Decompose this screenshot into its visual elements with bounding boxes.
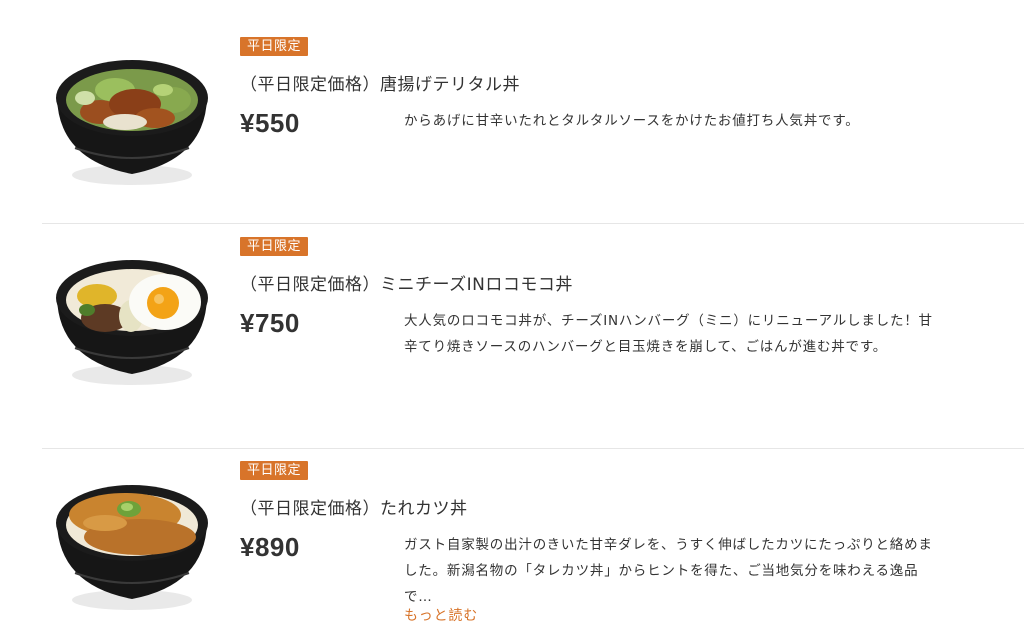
item-title[interactable]: （平日限定価格）唐揚げテリタル丼: [240, 70, 520, 95]
item-title[interactable]: （平日限定価格）たれカツ丼: [240, 494, 468, 519]
menu-item-karaage-tartar[interactable]: 平日限定 （平日限定価格）唐揚げテリタル丼 ¥550 からあげに甘辛いたれとタル…: [0, 0, 1024, 224]
menu-item-loco-moco[interactable]: 平日限定 （平日限定価格）ミニチーズINロコモコ丼 ¥750 大人気のロコモコ丼…: [0, 224, 1024, 449]
karaage-tartar-donburi-photo[interactable]: [45, 40, 220, 190]
item-description: 大人気のロコモコ丼が、チーズINハンバーグ（ミニ）にリニューアルしました！甘辛て…: [404, 313, 933, 355]
loco-moco-donburi-photo[interactable]: [45, 240, 220, 390]
menu-item-tare-katsu[interactable]: 平日限定 （平日限定価格）たれカツ丼 ¥890 ガスト自家製の出汁のきいた甘辛ダ…: [0, 449, 1024, 644]
weekday-limited-badge: 平日限定: [240, 461, 309, 480]
tare-katsu-donburi-photo[interactable]: [45, 465, 220, 615]
item-price: ¥890: [240, 532, 300, 562]
item-description: からあげに甘辛いたれとタルタルソースをかけたお値打ち人気丼です。: [404, 113, 860, 129]
weekday-limited-badge: 平日限定: [240, 37, 309, 56]
item-price: ¥550: [240, 108, 300, 138]
item-title[interactable]: （平日限定価格）ミニチーズINロコモコ丼: [240, 270, 573, 295]
item-price: ¥750: [240, 308, 300, 338]
read-more-link[interactable]: もっと読む: [404, 605, 478, 625]
menu-list: 平日限定 （平日限定価格）唐揚げテリタル丼 ¥550 からあげに甘辛いたれとタル…: [0, 0, 1024, 644]
item-description: ガスト自家製の出汁のきいた甘辛ダレを、うすく伸ばしたカツにたっぷりと絡めました。…: [404, 537, 933, 605]
weekday-limited-badge: 平日限定: [240, 237, 309, 256]
